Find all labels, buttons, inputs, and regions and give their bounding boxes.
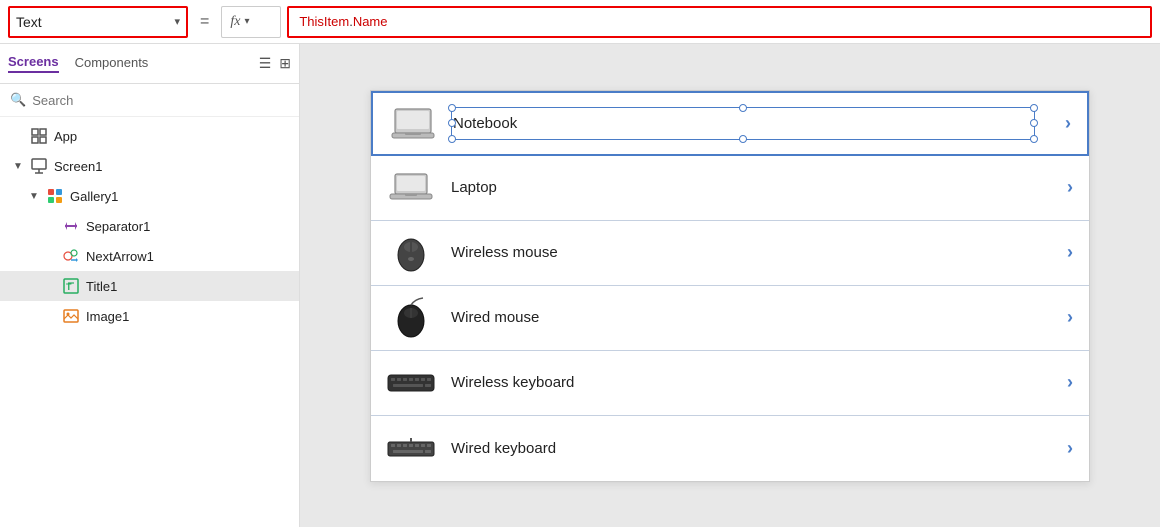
tree-item-image1[interactable]: Image1 xyxy=(0,301,299,331)
gallery-item-name: Wireless keyboard xyxy=(451,374,1067,391)
tree-panel: App ▼ Screen1 ▼ xyxy=(0,117,299,527)
tree-item-gallery1[interactable]: ▼ Gallery1 xyxy=(0,181,299,211)
fx-chevron-icon: ▾ xyxy=(244,16,249,27)
tree-item-nextarrow1[interactable]: NextArrow1 xyxy=(0,241,299,271)
separator-icon xyxy=(62,217,80,235)
top-bar: Text ▾ = fx ▾ ThisItem.Name xyxy=(0,0,1160,44)
gallery1-label: Gallery1 xyxy=(70,189,291,204)
next-arrow-icon: › xyxy=(1067,372,1073,393)
equals-sign: = xyxy=(194,13,215,31)
nextarrow-icon xyxy=(62,247,80,265)
laptop-image xyxy=(387,168,435,208)
main-layout: Screens Components ☰ ⊞ 🔍 App xyxy=(0,44,1160,527)
wired-mouse-image xyxy=(387,298,435,338)
list-view-icon[interactable]: ☰ xyxy=(259,55,272,72)
gallery-canvas: Notebook › Laptop › xyxy=(370,90,1090,482)
app-icon xyxy=(30,127,48,145)
screen1-arrow-icon: ▼ xyxy=(12,161,24,172)
gallery-item-name: Notebook xyxy=(453,115,517,132)
grid-view-icon[interactable]: ⊞ xyxy=(279,55,291,72)
gallery-item-name: Laptop xyxy=(451,179,1067,196)
sidebar-tabs: Screens Components ☰ ⊞ xyxy=(0,44,299,84)
search-icon: 🔍 xyxy=(10,92,26,108)
sidebar-search-bar: 🔍 xyxy=(0,84,299,117)
screen-icon xyxy=(30,157,48,175)
gallery1-arrow-icon: ▼ xyxy=(28,191,40,202)
search-input[interactable] xyxy=(32,93,289,108)
list-item[interactable]: Wired mouse › xyxy=(371,286,1089,351)
title-icon: T xyxy=(62,277,80,295)
gallery-item-name: Wired keyboard xyxy=(451,440,1067,457)
next-arrow-icon: › xyxy=(1067,177,1073,198)
next-arrow-icon: › xyxy=(1067,307,1073,328)
list-item[interactable]: Wired keyboard › xyxy=(371,416,1089,481)
tab-screens[interactable]: Screens xyxy=(8,54,59,73)
next-arrow-icon: › xyxy=(1067,242,1073,263)
image-icon xyxy=(62,307,80,325)
property-selector[interactable]: Text ▾ xyxy=(8,6,188,38)
nextarrow1-label: NextArrow1 xyxy=(86,249,291,264)
list-item[interactable]: Laptop › xyxy=(371,156,1089,221)
wireless-keyboard-image xyxy=(387,363,435,403)
wired-keyboard-image xyxy=(387,428,435,468)
app-label: App xyxy=(54,129,291,144)
image1-label: Image1 xyxy=(86,309,291,324)
tab-icon-group: ☰ ⊞ xyxy=(259,55,291,72)
property-chevron-icon: ▾ xyxy=(174,15,180,28)
list-item[interactable]: Notebook › xyxy=(371,91,1089,156)
next-arrow-icon: › xyxy=(1067,438,1073,459)
next-arrow-icon: › xyxy=(1065,113,1071,134)
gallery-item-name: Wired mouse xyxy=(451,309,1067,326)
property-label: Text xyxy=(16,14,170,30)
fx-selector[interactable]: fx ▾ xyxy=(221,6,281,38)
screen1-label: Screen1 xyxy=(54,159,291,174)
formula-bar[interactable]: ThisItem.Name xyxy=(287,6,1152,38)
tab-components[interactable]: Components xyxy=(75,55,149,72)
wireless-mouse-image xyxy=(387,233,435,273)
sidebar: Screens Components ☰ ⊞ 🔍 App xyxy=(0,44,300,527)
list-item[interactable]: Wireless mouse › xyxy=(371,221,1089,286)
fx-label: fx xyxy=(230,14,240,30)
gallery-icon xyxy=(46,187,64,205)
tree-item-separator1[interactable]: Separator1 xyxy=(0,211,299,241)
separator1-label: Separator1 xyxy=(86,219,291,234)
tree-item-screen1[interactable]: ▼ Screen1 xyxy=(0,151,299,181)
list-item[interactable]: Wireless keyboard › xyxy=(371,351,1089,416)
notebook-image xyxy=(389,103,437,143)
tree-item-title1[interactable]: T Title1 xyxy=(0,271,299,301)
canvas-area: Notebook › Laptop › xyxy=(300,44,1160,527)
tree-item-app[interactable]: App xyxy=(0,121,299,151)
gallery-item-name: Wireless mouse xyxy=(451,244,1067,261)
title1-label: Title1 xyxy=(86,279,291,294)
formula-text: ThisItem.Name xyxy=(299,14,387,29)
